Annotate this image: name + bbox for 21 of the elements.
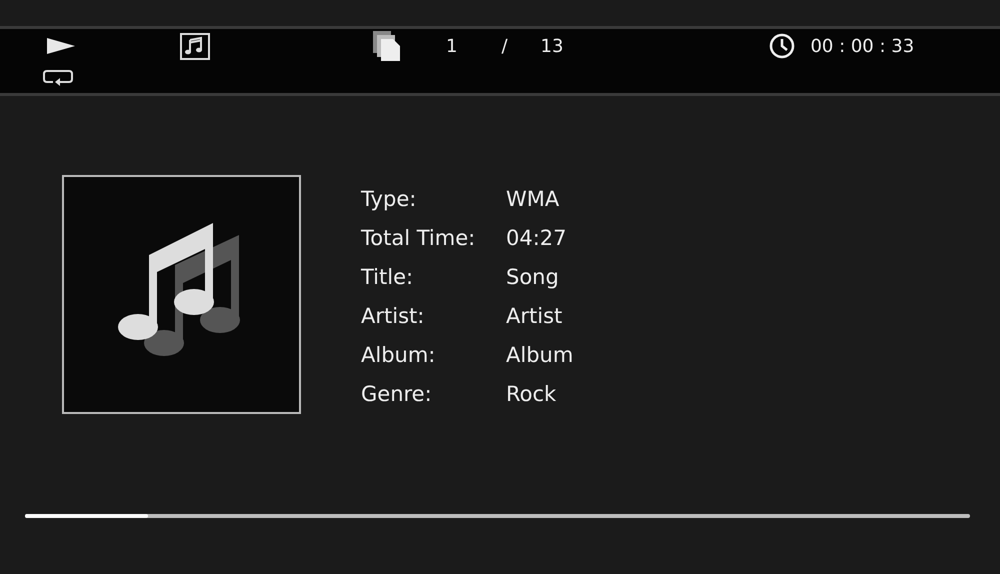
detail-value: Song — [506, 264, 559, 289]
detail-label: Type: — [361, 186, 418, 211]
pages-icon — [373, 31, 401, 61]
detail-label: Title: — [361, 264, 414, 289]
detail-value: WMA — [506, 186, 560, 211]
play-icon — [47, 38, 75, 54]
detail-label: Album: — [361, 343, 436, 368]
detail-label: Total Time: — [361, 226, 476, 250]
music-note-icon — [180, 32, 210, 60]
repeat-icon — [43, 70, 73, 86]
detail-value: Rock — [506, 382, 556, 406]
track-separator: / — [501, 36, 508, 56]
track-index: 1 — [446, 36, 458, 56]
detail-value: 04:27 — [506, 226, 567, 250]
detail-value: Artist — [506, 304, 562, 328]
track-total: 13 — [540, 36, 564, 56]
detail-label: Artist: — [361, 304, 426, 328]
detail-label: Genre: — [361, 382, 433, 406]
elapsed-time: 00 : 00 : 33 — [810, 36, 914, 56]
detail-value: Album — [506, 343, 574, 368]
clock-icon — [769, 33, 796, 59]
